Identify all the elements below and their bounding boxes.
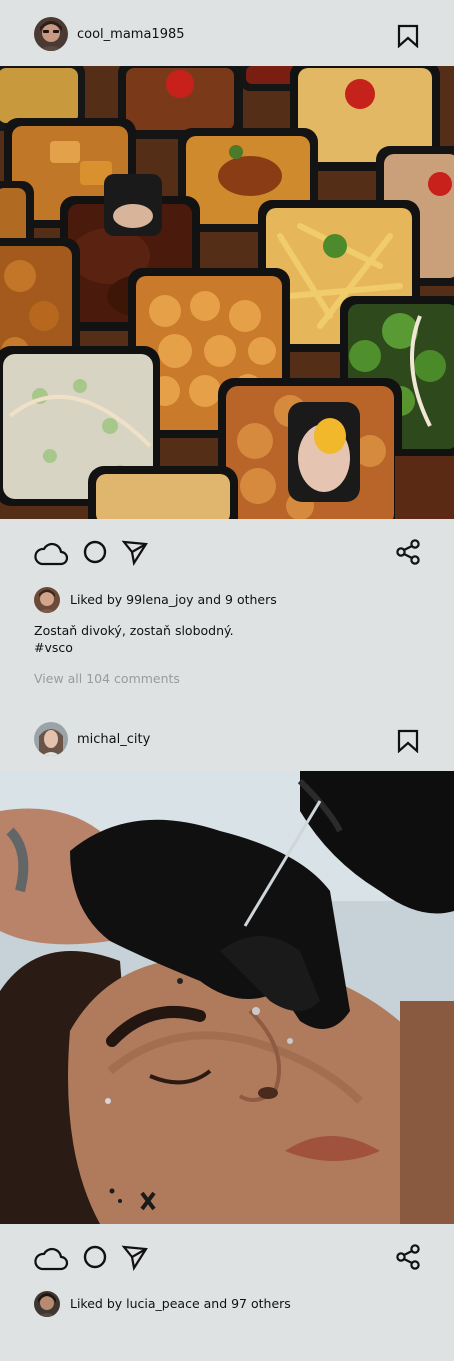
caption-text: Zostaň divoký, zostaň slobodný. [34, 623, 234, 638]
liked-by-text[interactable]: Liked by 99lena_joy and 9 others [70, 592, 277, 607]
post-header: michal_city [0, 705, 454, 771]
hashtag[interactable]: #vsco [34, 639, 234, 656]
user-avatar[interactable] [34, 17, 68, 51]
circle-icon[interactable] [82, 539, 108, 567]
liker-avatar[interactable] [34, 1291, 60, 1317]
circle-icon[interactable] [82, 1244, 108, 1272]
post-card: michal_city Liked by lucia_peace and 97 … [0, 705, 454, 1317]
bookmark-icon[interactable] [396, 729, 420, 754]
food-boxes-photo[interactable] [0, 66, 454, 519]
user-avatar[interactable] [34, 722, 68, 756]
view-comments-link[interactable]: View all 104 comments [34, 671, 180, 686]
piercing-photo[interactable] [0, 771, 454, 1224]
send-icon[interactable] [121, 539, 149, 567]
cloud-icon[interactable] [33, 539, 69, 569]
liked-by-text[interactable]: Liked by lucia_peace and 97 others [70, 1296, 291, 1311]
liker-avatar[interactable] [34, 587, 60, 613]
likes-row: Liked by lucia_peace and 97 others [0, 1291, 454, 1317]
share-icon[interactable] [395, 539, 421, 567]
cloud-icon[interactable] [33, 1244, 69, 1274]
post-card: cool_mama1985 Liked by 99lena_joy and 9 … [0, 0, 454, 686]
post-actions [0, 1224, 454, 1294]
send-icon[interactable] [121, 1244, 149, 1272]
post-actions [0, 519, 454, 589]
likes-row: Liked by 99lena_joy and 9 others [0, 587, 454, 613]
share-icon[interactable] [395, 1244, 421, 1272]
bookmark-icon[interactable] [396, 24, 420, 49]
post-header: cool_mama1985 [0, 0, 454, 66]
username[interactable]: michal_city [77, 732, 150, 747]
caption: Zostaň divoký, zostaň slobodný. #vsco [34, 622, 234, 656]
username[interactable]: cool_mama1985 [77, 27, 185, 42]
